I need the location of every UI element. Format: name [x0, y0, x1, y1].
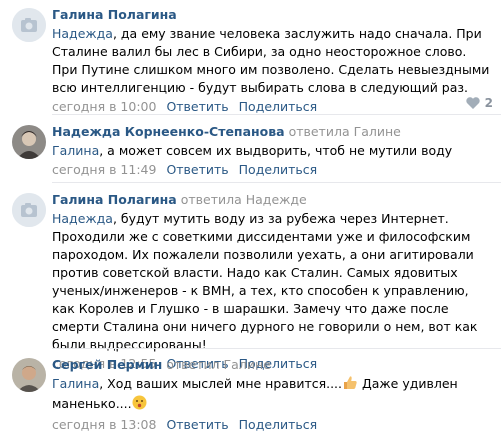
author-link[interactable]: Галина Полагина: [52, 7, 177, 22]
timestamp[interactable]: сегодня в 13:08: [52, 417, 156, 432]
share-button[interactable]: Поделиться: [239, 99, 318, 114]
heart-icon: [465, 97, 480, 109]
avatar-photo: [12, 358, 46, 392]
mention-link[interactable]: Надежда: [52, 26, 113, 41]
comment-header: Галина Полагина: [52, 6, 493, 24]
share-button[interactable]: Поделиться: [239, 417, 318, 432]
author-link[interactable]: Галина Полагина: [52, 192, 177, 207]
camera-icon: [12, 8, 46, 42]
avatar[interactable]: [12, 358, 46, 392]
reply-button[interactable]: Ответить: [166, 99, 228, 114]
comment: Галина Полагина ответила Надежде Надежда…: [0, 191, 501, 373]
comment-header: Надежда Корнеенко-Степанова ответила Гал…: [52, 123, 493, 141]
comment-footer: сегодня в 11:49 Ответить Поделиться: [52, 161, 493, 179]
divider: [52, 114, 501, 115]
timestamp[interactable]: сегодня в 11:49: [52, 162, 156, 177]
thumbs-up-emoji-icon: [342, 375, 358, 395]
replied-to[interactable]: ответила Галине: [289, 124, 401, 139]
comment-header: Галина Полагина ответила Надежде: [52, 191, 493, 209]
comment-text: Галина, Ход ваших мыслей мне нравится...…: [52, 375, 493, 415]
avatar[interactable]: [12, 193, 46, 227]
mention-link[interactable]: Галина: [52, 376, 99, 391]
comment-footer: сегодня в 13:08 Ответить Поделиться: [52, 416, 493, 434]
mention-link[interactable]: Надежда: [52, 211, 113, 226]
replied-to[interactable]: ответила Надежде: [181, 192, 307, 207]
reply-button[interactable]: Ответить: [166, 417, 228, 432]
comment: Сергей Пермин ответил Галине Галина, Ход…: [0, 356, 501, 434]
camera-icon: [12, 193, 46, 227]
avatar[interactable]: [12, 125, 46, 159]
author-link[interactable]: Надежда Корнеенко-Степанова: [52, 124, 285, 139]
divider: [52, 182, 501, 183]
timestamp[interactable]: сегодня в 10:00: [52, 99, 156, 114]
avatar[interactable]: [12, 8, 46, 42]
avatar-photo: [12, 125, 46, 159]
mention-link[interactable]: Галина: [52, 143, 99, 158]
comment-text: Надежда, будут мутить воду из за рубежа …: [52, 211, 478, 352]
like-button[interactable]: 2: [465, 96, 493, 110]
comment-header: Сергей Пермин ответил Галине: [52, 356, 493, 374]
divider: [52, 348, 501, 349]
comment-text: Надежда, да ему звание человека заслужит…: [52, 26, 490, 95]
like-count: 2: [484, 96, 493, 110]
comment-text: Галина, а может совсем их выдворить, что…: [52, 143, 453, 158]
replied-to[interactable]: ответил Галине: [166, 357, 271, 372]
share-button[interactable]: Поделиться: [239, 162, 318, 177]
reply-button[interactable]: Ответить: [166, 162, 228, 177]
surprised-emoji-icon: [132, 395, 147, 415]
comment: Надежда Корнеенко-Степанова ответила Гал…: [0, 123, 501, 179]
comment: Галина Полагина Надежда, да ему звание ч…: [0, 6, 501, 116]
author-link[interactable]: Сергей Пермин: [52, 357, 162, 372]
